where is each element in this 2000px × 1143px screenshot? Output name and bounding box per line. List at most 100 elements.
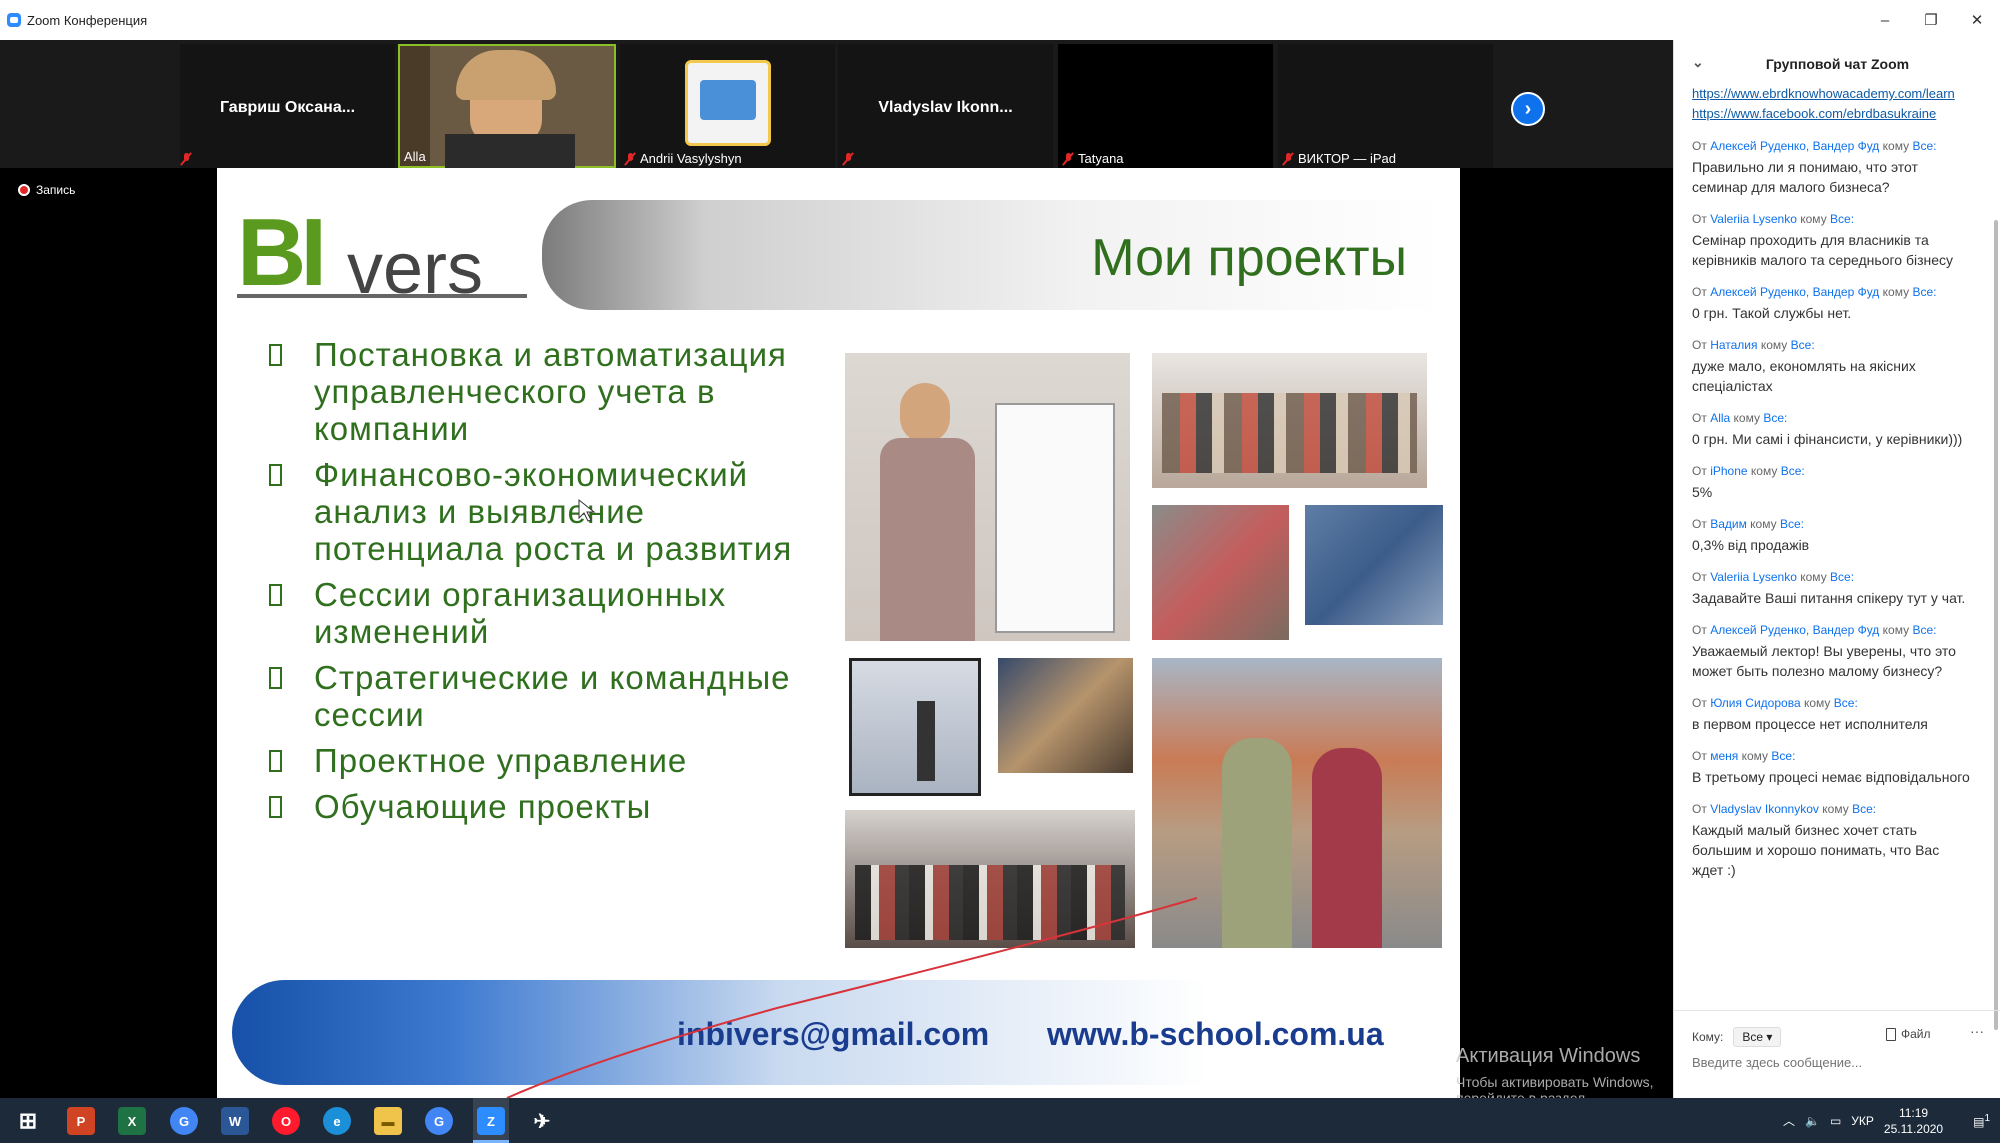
chat-message-meta: От Алексей Руденко, Вандер Фуд кому Все: [1692,623,1937,637]
participant-tile[interactable]: Гавриш Оксана... [180,44,395,168]
chat-message-text: В третьому процесі немає відповідального [1692,769,1970,785]
participant-tile-active-speaker[interactable]: Alla [398,44,616,168]
chat-message-meta: От iPhone кому Все: [1692,464,1805,478]
close-button[interactable]: ✕ [1954,0,2000,40]
show-hidden-icons-icon[interactable]: ︿ [1783,1112,1795,1129]
participant-tile[interactable]: Andrii Vasylyshyn [620,44,835,168]
chat-message: От Alla кому Все: 0 грн. Ми самі і фінанс… [1692,410,1974,449]
message-recipient: Все: [1912,623,1937,637]
chat-link[interactable]: https://www.ebrdknowhowacademy.com/learn [1692,84,1974,104]
mic-muted-icon [624,152,636,166]
chat-message-meta: От меня кому Все: [1692,749,1796,763]
message-recipient: Все: [1852,802,1877,816]
message-sender[interactable]: меня [1710,749,1738,763]
participant-hair [456,50,556,100]
chat-message: От iPhone кому Все: 5% [1692,463,1974,502]
message-sender[interactable]: Наталия [1710,338,1757,352]
chat-message-text: Правильно ли я понимаю, что этот семинар… [1692,159,1918,195]
chat-message-text: 0 грн. Ми самі і фінансисти, у керівники… [1692,431,1963,447]
message-recipient: Все: [1771,749,1796,763]
network-icon[interactable]: ▭ [1830,1114,1841,1128]
participant-tile[interactable]: Tatyana [1058,44,1273,168]
chat-message: От Алексей Руденко, Вандер Фуд кому Все:… [1692,622,1974,681]
minimize-button[interactable]: – [1862,0,1908,40]
message-sender[interactable]: Вадим [1710,517,1747,531]
chat-message: От Алексей Руденко, Вандер Фуд кому Все:… [1692,138,1974,197]
mic-muted-icon [180,152,192,166]
language-indicator[interactable]: УКР [1851,1114,1874,1128]
chat-message-text: Задавайте Ваші питання спікеру тут у чат… [1692,590,1966,606]
chat-title: Групповой чат Zoom [1765,56,1910,72]
gallery-next-page-icon[interactable]: › [1511,92,1545,126]
to-label: Кому: [1692,1030,1724,1044]
restore-button[interactable]: ❐ [1908,0,1954,40]
message-recipient: Все: [1830,212,1855,226]
message-sender[interactable]: Alla [1710,411,1730,425]
chat-message-meta: От Вадим кому Все: [1692,517,1804,531]
chat-message: От Valeriia Lysenko кому Все: Задавайте В… [1692,569,1974,608]
message-sender[interactable]: Алексей Руденко, Вандер Фуд [1710,139,1879,153]
chat-message-text: 0,3% від продажів [1692,537,1810,553]
message-sender[interactable]: Юлия Сидорова [1710,696,1800,710]
message-sender[interactable]: iPhone [1710,464,1747,478]
chat-scrollbar[interactable] [1994,220,1998,1030]
chat-message-meta: От Vladyslav Ikonnykov кому Все: [1692,802,1877,816]
edge-icon[interactable]: e [323,1107,351,1135]
chat-message: От меня кому Все: В третьому процесі нема… [1692,748,1974,787]
message-sender[interactable]: Алексей Руденко, Вандер Фуд [1710,623,1879,637]
message-sender[interactable]: Vladyslav Ikonnykov [1710,802,1819,816]
recipient-row: Кому: Все ▾ [1692,1027,1782,1047]
message-sender[interactable]: Valeriia Lysenko [1710,212,1797,226]
chevron-down-icon[interactable]: ⌄ [1692,54,1704,71]
zoom-taskbar-icon[interactable]: Z [477,1107,505,1135]
clock[interactable]: 11:19 25.11.2020 [1884,1105,1943,1137]
chrome-icon[interactable]: G [170,1107,198,1135]
participant-body [445,134,575,168]
windows-start-icon[interactable]: ⊞ [14,1107,42,1135]
message-recipient: Все: [1763,411,1788,425]
chat-message-meta: От Alla кому Все: [1692,411,1788,425]
file-button[interactable]: Файл [1886,1027,1931,1041]
participant-label: ВИКТОР — iPad [1298,151,1396,166]
annotation-red-line [506,897,1198,1098]
file-explorer-icon[interactable]: ▬ [374,1107,402,1135]
chat-message: От Valeriia Lysenko кому Все: Семінар про… [1692,211,1974,270]
recording-label: Запись [36,183,76,197]
mouse-cursor-icon [578,498,596,522]
message-recipient: Все: [1780,464,1805,478]
notifications-icon[interactable]: ▤1 [1973,1113,1990,1129]
message-recipient: Все: [1830,570,1855,584]
message-sender[interactable]: Valeriia Lysenko [1710,570,1797,584]
participant-tile[interactable]: Vladyslav Ikonn... [838,44,1053,168]
volume-icon[interactable]: 🔈 [1805,1114,1820,1128]
window-controls: – ❐ ✕ [1862,0,2000,40]
chat-link[interactable]: https://www.facebook.com/ebrdbasukraine [1692,104,1974,124]
recording-indicator: Запись [18,183,75,197]
recipient-dropdown[interactable]: Все ▾ [1733,1027,1782,1047]
system-tray: ︿ 🔈 ▭ УКР 11:19 25.11.2020 ▤1 [1783,1098,1990,1143]
chat-message-text: Каждый малый бизнес хочет стать большим … [1692,822,1940,878]
powerpoint-icon[interactable]: P [67,1107,95,1135]
zoom-app-icon [7,13,21,27]
file-icon [1886,1027,1896,1041]
message-sender[interactable]: Алексей Руденко, Вандер Фуд [1710,285,1879,299]
chat-message: От Vladyslav Ikonnykov кому Все: Каждый м… [1692,801,1974,880]
chat-message-input[interactable] [1692,1055,1982,1070]
more-options-icon[interactable]: ··· [1970,1023,1984,1039]
chrome-icon-2[interactable]: G [425,1107,453,1135]
opera-icon[interactable]: O [272,1107,300,1135]
shared-screen-slide: BI vers Мои проекты Постановка и автомат… [217,168,1460,1098]
chat-messages: https://www.ebrdknowhowacademy.com/learn… [1692,84,1974,880]
chat-message: От Наталия кому Все: дуже мало, економлят… [1692,337,1974,396]
sniping-tool-icon[interactable]: ✈ [528,1107,556,1135]
participant-tile[interactable]: ВИКТОР — iPad [1278,44,1493,168]
chat-message-text: в первом процессе нет исполнителя [1692,716,1928,732]
word-icon[interactable]: W [221,1107,249,1135]
windows-taskbar: ⊞ P X G W O e ▬ G Z ✈ ︿ 🔈 ▭ УКР 11:19 25… [0,1098,2000,1143]
chat-message-meta: От Алексей Руденко, Вандер Фуд кому Все: [1692,139,1937,153]
chat-message: От Вадим кому Все: 0,3% від продажів [1692,516,1974,555]
window-titlebar: Zoom Конференция [0,0,2000,40]
participant-name: Гавриш Оксана... [219,99,356,116]
mic-muted-icon [1282,152,1294,166]
excel-icon[interactable]: X [118,1107,146,1135]
